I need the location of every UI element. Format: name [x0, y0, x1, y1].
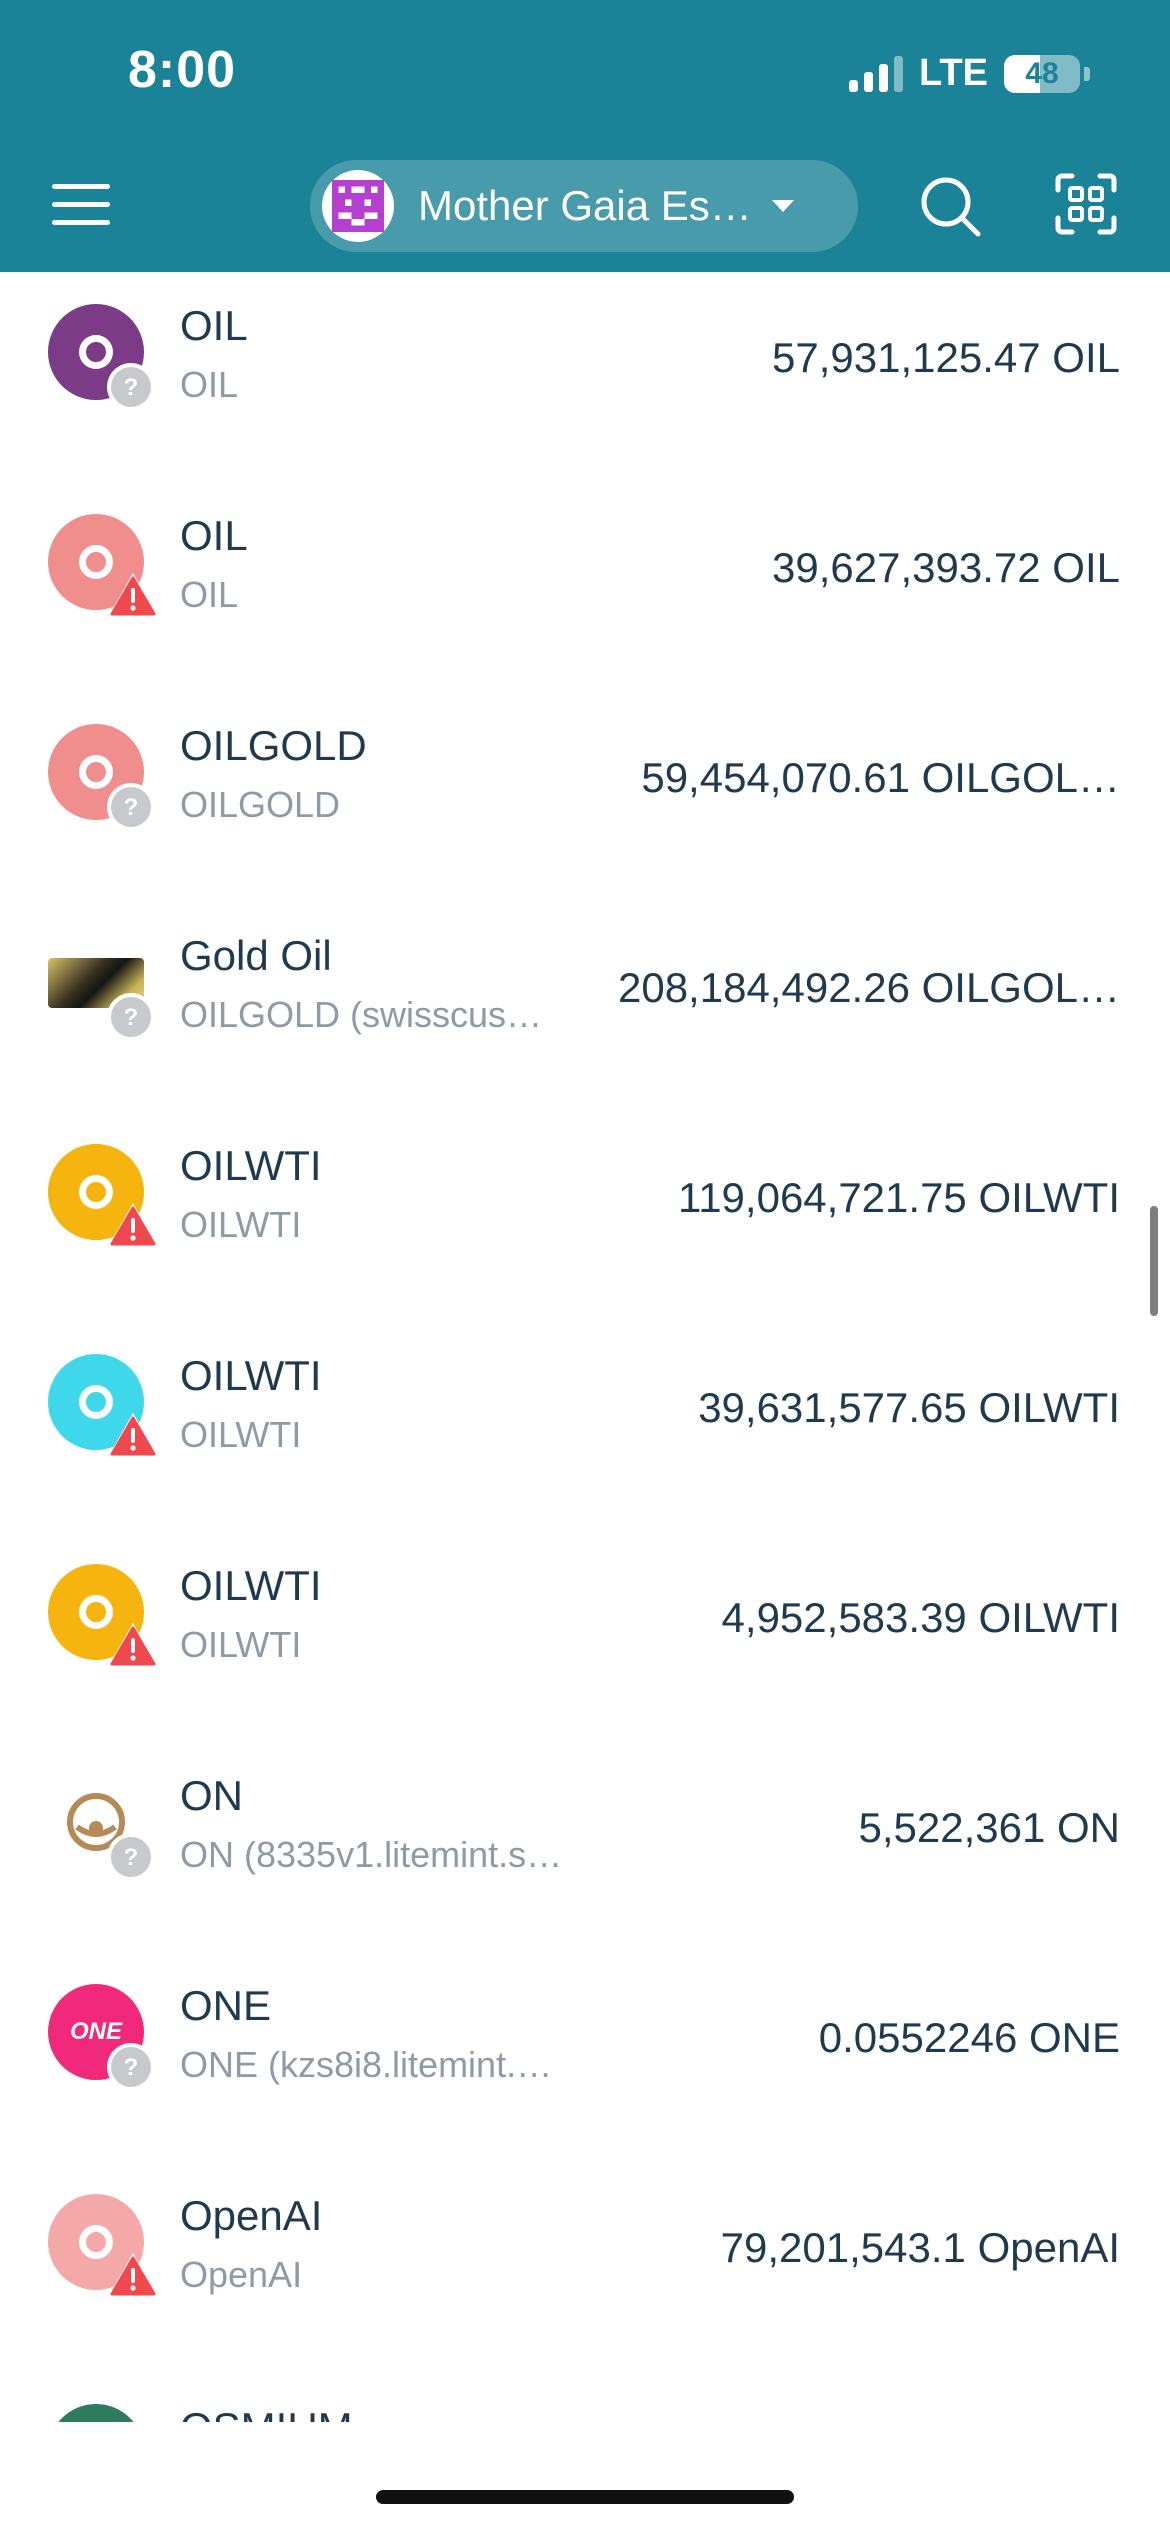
question-badge-icon: ?	[106, 362, 156, 412]
token-issuer: OILGOLD	[180, 784, 341, 825]
token-row[interactable]: ? OIL OIL 57,931,125.47 OIL	[0, 284, 1170, 494]
token-issuer: ON (8335v1.litemint.store)	[180, 1834, 570, 1875]
token-issuer: OIL	[180, 364, 239, 405]
network-label: LTE	[919, 52, 988, 94]
token-issuer: OILWTI	[180, 1204, 302, 1245]
token-row[interactable]: OIL OIL 39,627,393.72 OIL	[0, 494, 1170, 704]
token-name: OILGOLD	[180, 722, 367, 769]
chevron-down-icon	[771, 200, 794, 212]
menu-button[interactable]	[52, 172, 116, 236]
token-row[interactable]: OSMIUM	[0, 2384, 1170, 2422]
token-balance: 119,064,721.75 OILWTI	[677, 1174, 1120, 1221]
token-list[interactable]: ? OIL OIL 57,931,125.47 OIL OIL OIL 39,627,393…	[0, 272, 1170, 2422]
status-indicators: LTE 48	[849, 52, 1090, 95]
token-balance: 79,201,543.1 OpenAI	[720, 2224, 1120, 2271]
token-balance: 5,522,361 ON	[858, 1804, 1120, 1851]
token-issuer: OILWTI	[180, 1624, 302, 1665]
signal-icon	[849, 55, 904, 92]
token-issuer: OILWTI	[180, 1414, 302, 1455]
wallet-avatar	[322, 170, 394, 242]
wallet-selector[interactable]: Mother Gaia Es…	[310, 160, 858, 252]
token-row[interactable]: OpenAI OpenAI 79,201,543.1 OpenAI	[0, 2174, 1170, 2384]
search-icon[interactable]	[918, 174, 982, 238]
warning-badge-icon	[106, 1410, 158, 1460]
token-icon	[48, 2404, 144, 2422]
token-issuer: OpenAI	[180, 2254, 303, 2295]
token-row[interactable]: ? OILGOLD OILGOLD 59,454,070.61 OILGOL…	[0, 704, 1170, 914]
token-name: OpenAI	[180, 2192, 323, 2239]
token-name: OILWTI	[180, 1562, 322, 1609]
svg-text:?: ?	[124, 1004, 139, 1031]
token-name: OSMIUM	[180, 2404, 353, 2422]
scrollbar[interactable]	[1150, 1206, 1158, 1316]
token-name: OIL	[180, 512, 248, 559]
top-bar: 8:00 LTE 48 Mother Gaia Es…	[0, 0, 1170, 272]
token-balance: 208,184,492.26 OILGOL…	[617, 964, 1120, 1011]
token-row[interactable]: OILWTI OILWTI 4,952,583.39 OILWTI	[0, 1544, 1170, 1754]
question-badge-icon: ?	[106, 992, 156, 1042]
token-issuer: ONE (kzs8i8.litemint.store)	[180, 2044, 570, 2085]
token-name: OIL	[180, 302, 248, 349]
token-row[interactable]: OILWTI OILWTI 119,064,721.75 OILWTI	[0, 1124, 1170, 1334]
token-row[interactable]: ? Gold Oil OILGOLD (swisscus… 208,184,492.2…	[0, 914, 1170, 1124]
token-balance: 4,952,583.39 OILWTI	[721, 1594, 1120, 1641]
token-balance: 39,627,393.72 OIL	[772, 544, 1120, 591]
qr-scan-icon[interactable]	[1054, 172, 1118, 236]
question-badge-icon: ?	[106, 1832, 156, 1882]
battery-icon: 48	[1004, 54, 1080, 93]
warning-badge-icon	[106, 2250, 158, 2300]
svg-text:?: ?	[124, 2054, 139, 2081]
svg-text:?: ?	[124, 374, 139, 401]
token-issuer: OIL	[180, 574, 239, 615]
token-name: OILWTI	[180, 1352, 322, 1399]
token-balance: 57,931,125.47 OIL	[772, 334, 1120, 381]
token-balance: 39,631,577.65 OILWTI	[698, 1384, 1120, 1431]
token-row[interactable]: ? ON ON (8335v1.litemint.store) 5,522,361 O…	[0, 1754, 1170, 1964]
token-name: Gold Oil	[180, 932, 332, 979]
token-row[interactable]: ONE? ONE ONE (kzs8i8.litemint.store) 0.0552…	[0, 1964, 1170, 2174]
question-badge-icon: ?	[106, 2042, 156, 2092]
warning-badge-icon	[106, 570, 158, 620]
question-badge-icon: ?	[106, 782, 156, 832]
token-issuer: OILGOLD (swisscus…	[180, 994, 543, 1035]
svg-text:?: ?	[124, 1844, 139, 1871]
token-balance: 59,454,070.61 OILGOL…	[641, 754, 1120, 801]
home-indicator[interactable]	[376, 2490, 794, 2504]
token-balance: 0.0552246 ONE	[818, 2014, 1120, 2061]
wallet-app: 8:00 LTE 48 Mother Gaia Es… ? OIL OIL 57…	[0, 0, 1170, 2532]
token-name: ON	[180, 1772, 243, 1819]
warning-badge-icon	[106, 1620, 158, 1670]
status-time: 8:00	[128, 41, 237, 99]
svg-text:?: ?	[124, 794, 139, 821]
token-name: ONE	[180, 1982, 272, 2029]
identicon-icon	[332, 180, 384, 232]
warning-badge-icon	[106, 1200, 158, 1250]
wallet-name: Mother Gaia Es…	[418, 182, 752, 229]
token-row[interactable]: OILWTI OILWTI 39,631,577.65 OILWTI	[0, 1334, 1170, 1544]
token-name: OILWTI	[180, 1142, 322, 1189]
battery-level: 48	[1025, 56, 1059, 90]
